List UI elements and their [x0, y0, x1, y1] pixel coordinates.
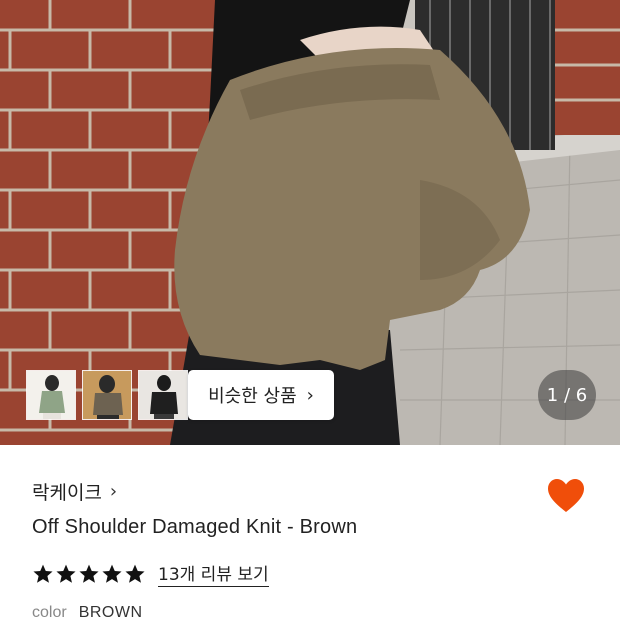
rating-row: 13개 리뷰 보기	[32, 560, 269, 587]
brand-name: 락케이크	[32, 482, 102, 504]
review-link[interactable]: 13개 리뷰 보기	[158, 560, 269, 587]
color-option-value: BROWN	[78, 604, 143, 620]
image-counter: 1 / 6	[538, 370, 596, 420]
color-option-label: color	[32, 604, 67, 620]
star-icon	[125, 564, 145, 583]
thumbnail-2[interactable]	[82, 370, 132, 420]
similar-products-button[interactable]: 비슷한 상품 ›	[188, 370, 334, 420]
brand-link[interactable]: 락케이크 ›	[32, 478, 117, 505]
thumbnail-1-image	[27, 371, 75, 419]
thumbnail-3-image	[139, 371, 187, 419]
product-title: Off Shoulder Damaged Knit - Brown	[32, 516, 358, 538]
star-rating	[32, 563, 146, 585]
heart-icon[interactable]	[546, 476, 586, 516]
thumbnail-2-image	[83, 371, 131, 419]
star-icon	[56, 564, 76, 583]
chevron-right-icon: ›	[109, 481, 118, 502]
thumbnail-1[interactable]	[26, 370, 76, 420]
star-icon	[33, 564, 53, 583]
star-icon	[102, 564, 122, 583]
thumbnail-3[interactable]	[138, 370, 188, 420]
similar-products-label: 비슷한 상품	[208, 386, 297, 407]
product-image-gallery[interactable]: 비슷한 상품 › 1 / 6	[0, 0, 620, 445]
chevron-right-icon: ›	[306, 384, 314, 406]
star-icon	[79, 564, 99, 583]
color-option: color BROWN	[32, 604, 143, 620]
thumbnail-strip	[26, 370, 188, 420]
